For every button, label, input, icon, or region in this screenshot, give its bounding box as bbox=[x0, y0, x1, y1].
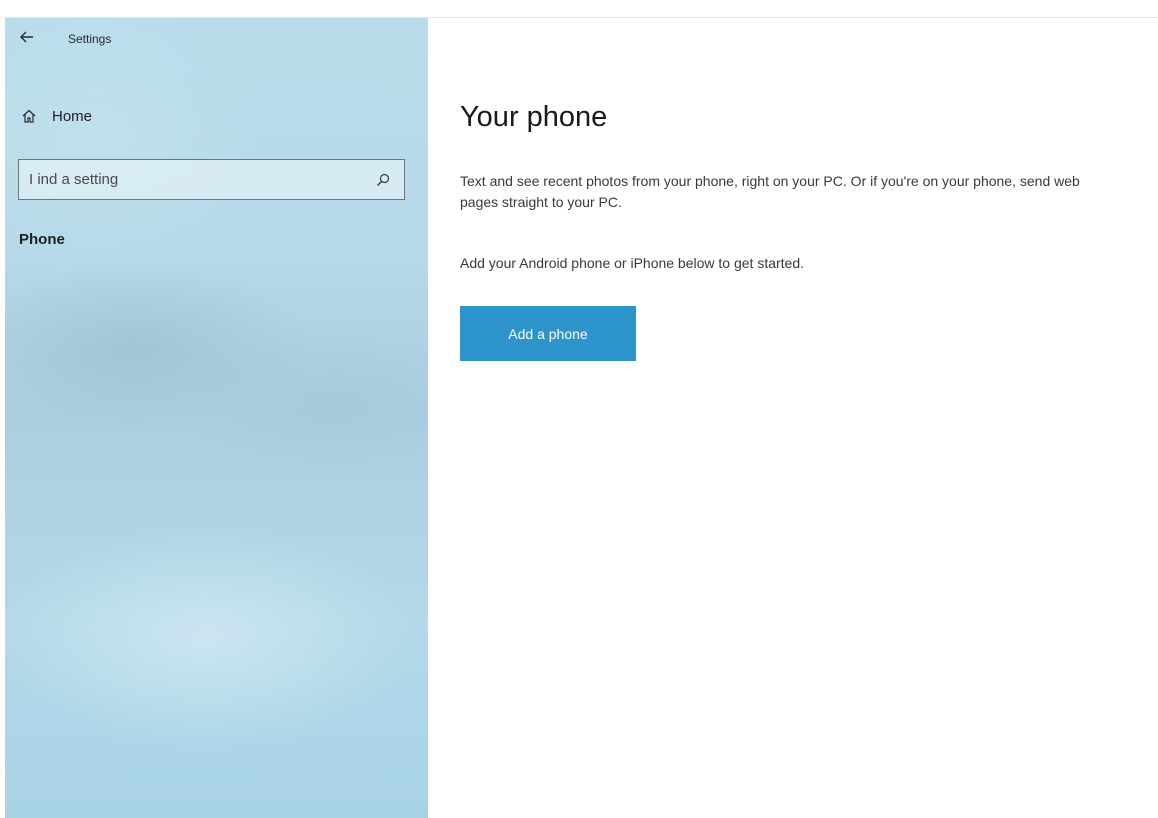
sidebar-item-phone[interactable]: Phone bbox=[19, 231, 65, 248]
main-content: Your phone Text and see recent photos fr… bbox=[428, 18, 1158, 818]
back-arrow-icon bbox=[20, 30, 34, 48]
home-label: Home bbox=[52, 107, 93, 125]
home-nav-item[interactable]: Home bbox=[20, 102, 92, 130]
search-input[interactable] bbox=[19, 160, 368, 199]
page-title: Your phone bbox=[460, 101, 608, 133]
add-phone-button[interactable]: Add a phone bbox=[460, 306, 636, 361]
title-bar: Settings bbox=[14, 24, 111, 54]
page-instruction: Add your Android phone or iPhone below t… bbox=[460, 255, 805, 271]
back-button[interactable] bbox=[14, 26, 40, 52]
app-title: Settings bbox=[68, 32, 112, 46]
search-icon[interactable] bbox=[368, 165, 398, 195]
search-box bbox=[18, 159, 405, 200]
window-top-strip bbox=[0, 0, 1158, 18]
page-description: Text and see recent photos from your pho… bbox=[460, 173, 1080, 210]
home-icon bbox=[20, 107, 38, 125]
sidebar bbox=[5, 18, 428, 818]
